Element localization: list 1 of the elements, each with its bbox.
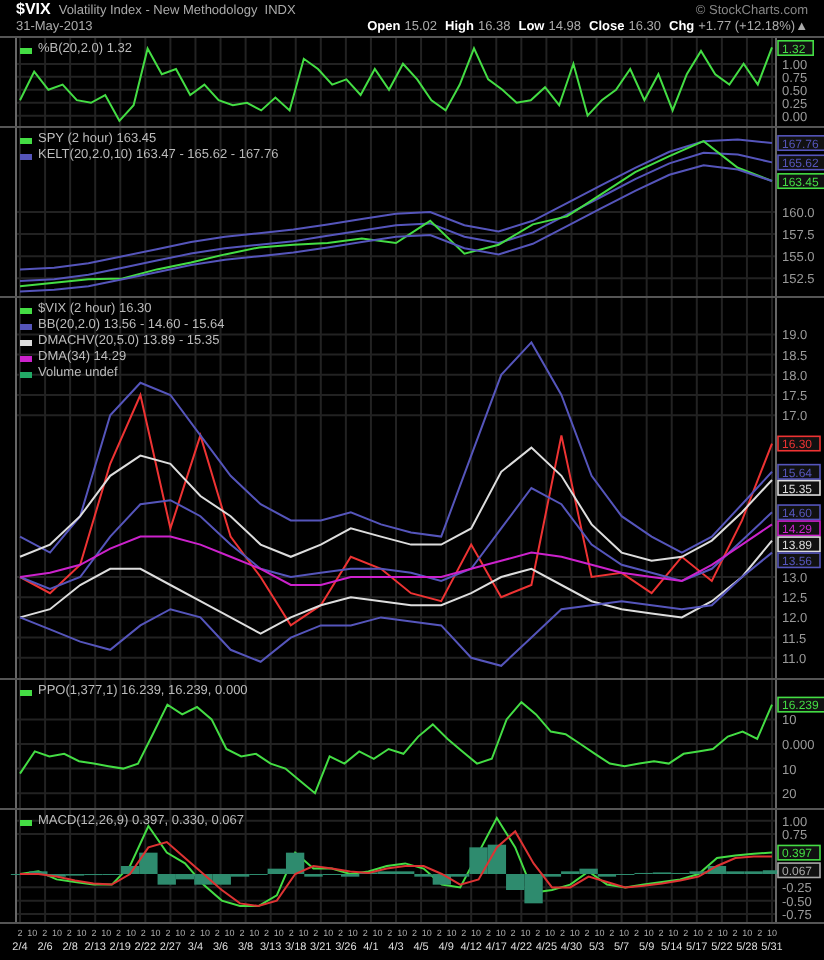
symbol-title: $VIX: [16, 1, 51, 17]
